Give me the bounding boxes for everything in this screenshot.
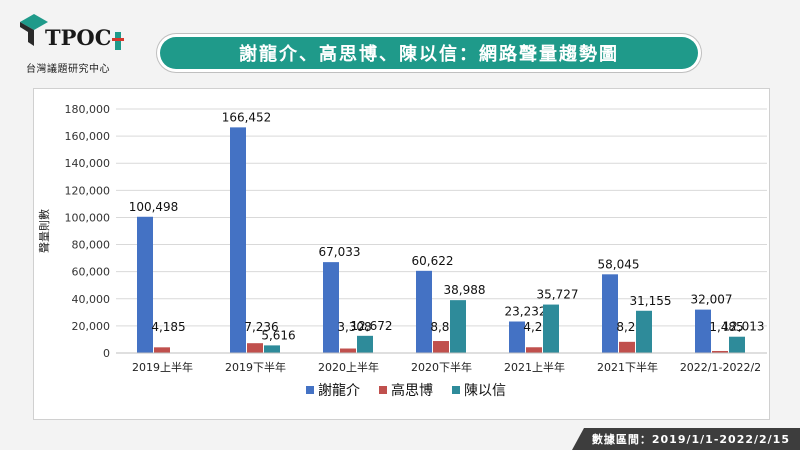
bar-3 [543,304,559,353]
bar-2 [526,347,542,353]
data-label: 32,007 [691,293,733,307]
bar-3 [636,310,652,353]
data-label: 12,672 [351,319,393,333]
bar-2 [154,347,170,353]
data-label: 35,727 [537,288,579,302]
bar-2 [340,348,356,353]
bar-1 [323,262,339,353]
x-tick-label: 2022/1-2022/2 [680,361,761,374]
legend-swatch [306,386,314,394]
y-tick-label: 0 [103,347,110,360]
data-label: 100,498 [129,200,179,214]
x-tick-label: 2021下半年 [597,360,658,374]
y-tick-label: 160,000 [65,130,111,143]
x-tick-label: 2019下半年 [225,360,286,374]
y-tick-label: 140,000 [65,157,111,170]
bar-3 [357,335,373,353]
bar-3 [450,300,466,353]
x-tick-label: 2019上半年 [132,360,193,374]
y-tick-label: 80,000 [72,239,111,252]
bar-2 [433,341,449,353]
legend-swatch [379,386,387,394]
data-label: 38,988 [444,283,486,297]
tpoc-logo: TPOC 台灣議題研究中心 [8,10,128,75]
data-label: 4,185 [151,320,185,334]
date-range-label: 數據區間：2019/1/1-2022/2/15 [591,433,790,446]
data-label: 60,622 [412,254,454,268]
y-tick-label: 100,000 [65,211,111,224]
x-tick-label: 2021上半年 [504,360,565,374]
y-tick-label: 20,000 [72,320,111,333]
data-label: 12,013 [723,320,765,334]
title-banner: 謝龍介、高思博、陳以信：網路聲量趨勢圖 [160,37,698,69]
legend-item: 高思博 [391,382,433,399]
data-label: 31,155 [630,294,672,308]
bar-1 [416,270,432,353]
bar-chart: 0 20,000 40,000 60,000 80,000 100,000 120,000 1… [37,103,767,399]
logo-text: TPOC [45,25,112,50]
org-name: 台灣議題研究中心 [26,64,110,75]
footer-bar: 數據區間：2019/1/1-2022/2/15 [572,428,800,450]
data-label: 58,045 [598,257,640,271]
x-tick-label: 2020下半年 [411,360,472,374]
y-tick-label: 120,000 [65,184,111,197]
y-tick-label: 40,000 [72,293,111,306]
bar-2 [619,341,635,353]
bar-1 [602,274,618,353]
bar-2 [247,343,263,353]
y-axis-label: 聲量則數 [37,209,51,253]
bar-3 [729,336,745,353]
legend-item: 謝龍介 [318,382,360,399]
y-tick-label: 180,000 [65,103,111,116]
bar-3 [264,345,280,353]
page-title: 謝龍介、高思博、陳以信：網路聲量趨勢圖 [239,44,619,65]
legend-swatch [452,386,460,394]
x-tick-label: 2020上半年 [318,360,379,374]
data-label: 5,616 [261,328,295,342]
data-label: 67,033 [319,245,361,259]
legend-item: 陳以信 [464,383,506,399]
data-label: 166,452 [222,110,272,124]
y-tick-label: 60,000 [72,266,111,279]
data-label: 23,232 [505,305,547,319]
chart-panel: 0 20,000 40,000 60,000 80,000 100,000 120,000 1… [33,88,770,420]
